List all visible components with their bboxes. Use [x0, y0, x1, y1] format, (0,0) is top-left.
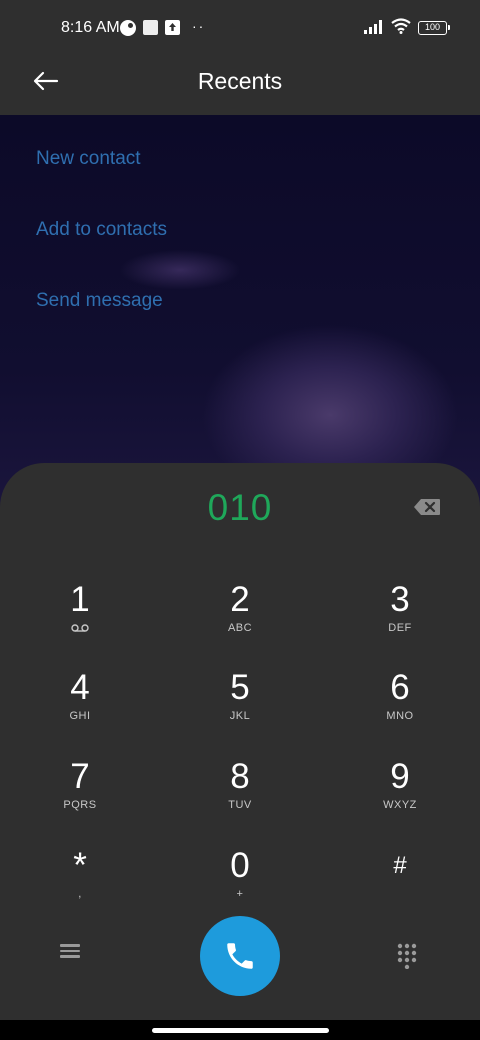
home-indicator[interactable]	[152, 1028, 329, 1033]
wifi-icon	[391, 18, 411, 39]
signal-icon	[364, 20, 386, 39]
keypad-toggle-button[interactable]	[396, 943, 418, 970]
dialer-panel: 010 1 2 ABC 3 DEF 4 GHI 5 JKL 6 MNO 7 PQ…	[0, 463, 480, 1020]
cycle-icon	[120, 20, 136, 36]
dialpad-icon	[397, 943, 417, 970]
square-notification-icon	[143, 20, 158, 35]
backspace-button[interactable]	[413, 498, 441, 516]
phone-icon	[227, 943, 253, 969]
app-header: Recents	[0, 56, 480, 115]
key-digit: 8	[230, 757, 250, 796]
key-letters: JKL	[229, 710, 251, 722]
key-digit: 7	[70, 757, 90, 796]
key-letters: +	[236, 888, 244, 900]
key-6[interactable]: 6 MNO	[330, 668, 470, 748]
call-button[interactable]	[200, 916, 280, 996]
more-notifications-indicator: ··	[192, 18, 206, 34]
key-9[interactable]: 9 WXYZ	[330, 757, 470, 837]
key-letters: ,	[78, 888, 82, 900]
key-letters: TUV	[228, 799, 252, 811]
system-nav-bar	[0, 1020, 480, 1040]
add-to-contacts-link[interactable]: Add to contacts	[36, 219, 167, 241]
key-digit: 9	[390, 757, 410, 796]
key-7[interactable]: 7 PQRS	[10, 757, 150, 837]
key-0[interactable]: 0 +	[170, 846, 310, 926]
key-letters: PQRS	[63, 799, 97, 811]
key-digit: 0	[230, 846, 250, 885]
status-bar: 8:16 AM ·· 100	[0, 0, 480, 56]
send-message-link[interactable]: Send message	[36, 290, 163, 312]
key-digit: 3	[390, 580, 410, 619]
backspace-icon	[414, 499, 440, 515]
new-contact-link[interactable]: New contact	[36, 148, 141, 170]
key-letters: DEF	[388, 622, 412, 634]
key-digit: 1	[70, 580, 90, 619]
upload-icon	[165, 20, 180, 35]
key-3[interactable]: 3 DEF	[330, 580, 470, 660]
key-8[interactable]: 8 TUV	[170, 757, 310, 837]
voicemail-icon	[71, 624, 89, 632]
status-time: 8:16 AM	[61, 19, 120, 36]
key-hash[interactable]: #	[330, 846, 470, 926]
key-digit: #	[393, 852, 407, 879]
key-digit: 5	[230, 668, 250, 707]
key-2[interactable]: 2 ABC	[170, 580, 310, 660]
battery-icon: 100	[418, 21, 450, 35]
key-letters: WXYZ	[383, 799, 417, 811]
key-4[interactable]: 4 GHI	[10, 668, 150, 748]
menu-button[interactable]	[60, 941, 86, 963]
key-digit: 6	[390, 668, 410, 707]
page-title: Recents	[197, 68, 283, 94]
key-1[interactable]: 1	[10, 580, 150, 660]
key-digit: 2	[230, 580, 250, 619]
key-letters: MNO	[386, 710, 414, 722]
key-letters: ABC	[227, 622, 253, 634]
key-letters: GHI	[69, 710, 91, 722]
key-star[interactable]: * ,	[10, 846, 150, 926]
key-digit: 4	[70, 668, 90, 707]
dialed-number: 010	[207, 487, 273, 528]
menu-icon	[60, 944, 80, 947]
key-digit: *	[73, 846, 87, 885]
key-5[interactable]: 5 JKL	[170, 668, 310, 748]
